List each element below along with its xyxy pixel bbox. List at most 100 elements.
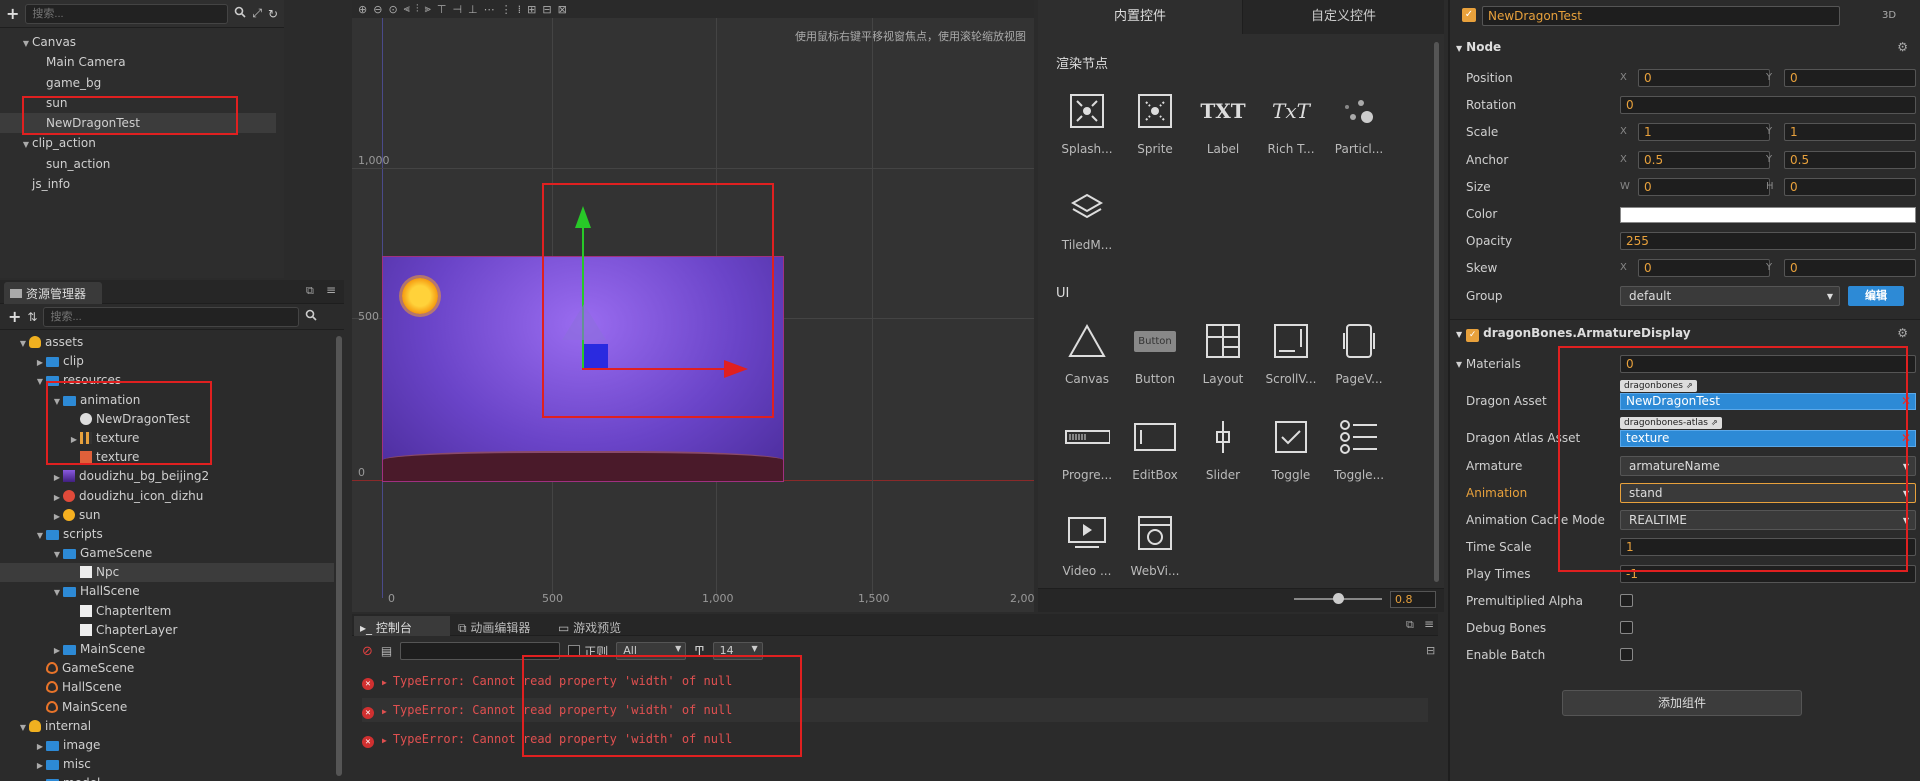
component-enabled-checkbox[interactable]: ✓: [1466, 329, 1480, 342]
sun-sprite[interactable]: [402, 278, 438, 314]
search-icon[interactable]: [234, 6, 246, 21]
align-left-icon[interactable]: ⫷: [404, 2, 410, 16]
chevron-down-icon[interactable]: ▼: [20, 34, 32, 54]
asset-item[interactable]: ChapterItem: [0, 602, 334, 621]
asset-item[interactable]: ChapterLayer: [0, 621, 334, 640]
snap-grid-icon[interactable]: ⊟: [542, 3, 551, 16]
prop-scale-x-input[interactable]: 1: [1638, 123, 1770, 142]
align-top-icon[interactable]: ⊤: [437, 3, 447, 16]
asset-item[interactable]: ▼ scripts: [0, 525, 334, 544]
asset-item[interactable]: ▶ MainScene: [0, 640, 334, 659]
asset-item[interactable]: ▼ internal: [0, 717, 334, 736]
zoom-out-icon[interactable]: ⊖: [373, 3, 382, 16]
gear-icon[interactable]: ⚙: [1897, 36, 1908, 58]
asset-item[interactable]: ▼ GameScene: [0, 544, 334, 563]
prop-rotation-input[interactable]: 0: [1620, 96, 1916, 115]
chevron-right-icon[interactable]: ▶: [51, 641, 63, 660]
chevron-down-icon[interactable]: ▼: [17, 718, 29, 737]
assets-search-input[interactable]: [43, 306, 300, 327]
prop-enable-batch-checkbox[interactable]: [1620, 648, 1633, 661]
expand-icon[interactable]: ⤢: [252, 6, 262, 21]
chevron-down-icon[interactable]: ▼: [51, 583, 63, 602]
chevron-right-icon[interactable]: ▶: [34, 353, 46, 372]
widget-slider[interactable]: Slider: [1188, 414, 1258, 482]
chevron-down-icon[interactable]: ▼: [51, 545, 63, 564]
sort-icon[interactable]: ⇅: [27, 310, 37, 324]
anim-editor-tab[interactable]: ⧉ 动画编辑器: [452, 616, 548, 636]
widget-sprite[interactable]: Sprite: [1120, 88, 1190, 156]
chevron-down-icon[interactable]: ▼: [34, 526, 46, 545]
snap-icon[interactable]: ⊞: [527, 3, 536, 16]
zoom-slider[interactable]: [1294, 593, 1382, 604]
widgets-scrollbar[interactable]: [1434, 42, 1439, 582]
asset-item[interactable]: ▶ model: [0, 774, 334, 781]
node-active-checkbox[interactable]: ✓: [1462, 8, 1476, 22]
zoom-reset-icon[interactable]: ⊙: [388, 3, 397, 16]
prop-scale-y-input[interactable]: 1: [1784, 123, 1916, 142]
add-asset-icon[interactable]: +: [8, 307, 21, 326]
prop-size-h-input[interactable]: 0: [1784, 177, 1916, 196]
clear-icon[interactable]: ⊘: [362, 644, 373, 659]
hierarchy-search-input[interactable]: [25, 3, 229, 24]
chevron-down-icon[interactable]: ▼: [17, 334, 29, 353]
widget-editbox[interactable]: EditBox: [1120, 414, 1190, 482]
hierarchy-node[interactable]: game_bg: [0, 73, 276, 93]
console-popout-icon[interactable]: ⧉: [1406, 618, 1414, 632]
add-component-button[interactable]: 添加组件: [1562, 690, 1802, 716]
menu-icon[interactable]: ≡: [326, 283, 336, 297]
hierarchy-node[interactable]: js_info: [0, 174, 276, 194]
chevron-right-icon[interactable]: ▶: [34, 756, 46, 775]
popout-icon[interactable]: ⧉: [306, 284, 314, 298]
prop-debug-bones-checkbox[interactable]: [1620, 621, 1633, 634]
prop-skew-x-input[interactable]: 0: [1638, 259, 1770, 278]
collapse-icon[interactable]: ⊟: [1426, 644, 1435, 657]
refresh-icon[interactable]: ↻: [268, 7, 278, 21]
zoom-slider-thumb[interactable]: [1333, 593, 1344, 604]
chevron-right-icon[interactable]: ▶: [382, 678, 387, 687]
widget-tiledmap[interactable]: TiledM...: [1052, 184, 1122, 252]
chevron-right-icon[interactable]: ▶: [382, 707, 387, 716]
widget-webview[interactable]: WebVi...: [1120, 510, 1190, 578]
group-select[interactable]: default ▼: [1620, 285, 1840, 306]
asset-item[interactable]: ▶ image: [0, 736, 334, 755]
game-preview-tab[interactable]: ▭ 游戏预览: [552, 616, 642, 636]
widget-pageview[interactable]: PageV...: [1324, 318, 1394, 386]
align-right-icon[interactable]: ⫸: [425, 2, 431, 16]
asset-item[interactable]: ▶ misc: [0, 755, 334, 774]
tab-builtin[interactable]: 内置控件: [1038, 0, 1242, 34]
prop-position-y-input[interactable]: 0: [1784, 69, 1916, 87]
asset-item[interactable]: ▶ clip: [0, 352, 334, 371]
assets-tab[interactable]: 资源管理器: [4, 282, 102, 304]
widget-progress[interactable]: Progre...: [1052, 414, 1122, 482]
widget-particle[interactable]: Particl...: [1324, 88, 1394, 156]
gear-icon[interactable]: ⚙: [1897, 322, 1908, 344]
console-menu-icon[interactable]: ≡: [1424, 617, 1434, 631]
widget-splash[interactable]: Splash...: [1052, 88, 1122, 156]
align-bottom-icon[interactable]: ⊥: [468, 3, 478, 16]
widget-layout[interactable]: Layout: [1188, 318, 1258, 386]
prop-size-w-input[interactable]: 0: [1638, 177, 1770, 196]
open-log-icon[interactable]: ▤: [381, 644, 392, 658]
asset-item[interactable]: Npc: [0, 563, 334, 583]
assets-search-icon[interactable]: [305, 309, 318, 324]
asset-item[interactable]: GameScene: [0, 659, 334, 678]
chevron-down-icon[interactable]: ▼: [34, 372, 46, 391]
asset-item[interactable]: HallScene: [0, 678, 334, 697]
asset-item[interactable]: ▶ doudizhu_icon_dizhu: [0, 487, 334, 506]
chevron-right-icon[interactable]: ▶: [382, 736, 387, 745]
zoom-in-icon[interactable]: ⊕: [358, 3, 367, 16]
prop-opacity-input[interactable]: 255: [1620, 232, 1916, 251]
color-swatch[interactable]: [1620, 207, 1916, 223]
widget-canvas[interactable]: Canvas: [1052, 318, 1122, 386]
group-edit-button[interactable]: 编辑: [1848, 285, 1904, 306]
hierarchy-node[interactable]: ▼ clip_action: [0, 133, 276, 153]
widget-button[interactable]: Button Button: [1120, 318, 1190, 386]
distribute-v-icon[interactable]: ⋮: [501, 3, 512, 16]
prop-position-x-input[interactable]: 0: [1638, 69, 1770, 87]
asset-item[interactable]: ▼ HallScene: [0, 582, 334, 601]
node-section-header[interactable]: ▼ Node ⚙: [1448, 36, 1920, 58]
asset-item[interactable]: ▶ sun: [0, 506, 334, 525]
asset-item[interactable]: ▼ assets: [0, 333, 334, 352]
add-node-icon[interactable]: +: [6, 4, 19, 23]
hierarchy-node[interactable]: ▼ Canvas: [0, 32, 276, 52]
